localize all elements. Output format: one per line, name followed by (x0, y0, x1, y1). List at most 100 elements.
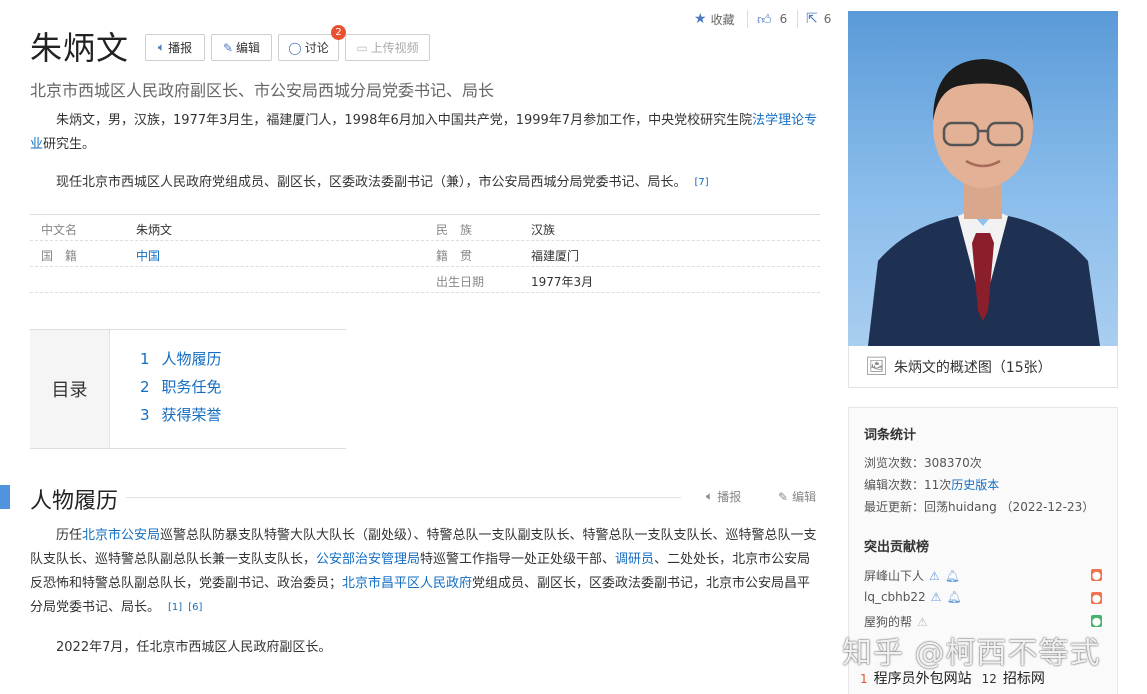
share-icon: ⇱ (806, 11, 818, 27)
ad-link[interactable]: 1 程序员外包网站 (860, 668, 972, 688)
edit-label: 编辑 (236, 41, 261, 55)
last-updated: 最近更新：回荡huidang （2022-12-23） (864, 500, 1095, 514)
bell-badge-icon: 🔔︎ (944, 568, 961, 583)
section-title: 人物履历 (30, 489, 119, 514)
edit-count: 编辑次数：11次历史版本 (864, 476, 999, 493)
reference-link[interactable]: [6] (188, 602, 202, 613)
section-broadcast-label: 播报 (717, 490, 742, 504)
ad-link[interactable]: 12 招标网 (982, 668, 1045, 688)
zhihu-watermark: 知乎 @柯西不等式 (842, 636, 1101, 671)
info-value: 1977年3月 (531, 275, 594, 289)
video-icon: ▭ (356, 40, 368, 55)
section-edit-label: 编辑 (792, 490, 817, 504)
history-versions-link[interactable]: 历史版本 (951, 478, 999, 492)
toc-item-appointments[interactable]: 2 职务任免 (140, 376, 222, 397)
speaker-icon: 🔈︎ (706, 489, 714, 503)
warning-badge-icon: ⚠ (917, 614, 928, 629)
infobox-row: 出生日期 1977年3月 (30, 267, 820, 293)
info-key: 民 族 (436, 223, 473, 237)
contributor-item[interactable]: lq_cbhb22 ⚠ 🔔︎ (864, 590, 962, 604)
toc-item-honors[interactable]: 3 获得荣誉 (140, 404, 222, 425)
info-key: 出生日期 (436, 275, 485, 289)
researcher-link[interactable]: 调研员 (615, 552, 654, 567)
discuss-count-badge: 2 (331, 25, 346, 40)
toc-item-label: 人物履历 (161, 350, 222, 368)
star-icon: ★ (694, 11, 707, 27)
comment-icon: ◯ (288, 40, 302, 55)
ad-rank: 1 (860, 672, 868, 686)
changping-gov-link[interactable]: 北京市昌平区人民政府 (342, 576, 472, 591)
like-count: 6 (779, 12, 788, 26)
share-button[interactable]: ⇱ 6 (806, 9, 831, 29)
toc-item-label: 获得荣誉 (161, 406, 222, 424)
warning-badge-icon: ⚠ (929, 568, 940, 583)
career-text: 历任 (56, 528, 83, 543)
contributor-name: lq_cbhb22 (864, 590, 926, 604)
toc-num: 3 (140, 406, 150, 424)
career-text: 特巡警工作指导一处正处级干部、 (420, 552, 616, 567)
speaker-icon: 🔈︎ (157, 40, 166, 54)
contributor-name: 屏峰山下人 (864, 569, 925, 583)
info-key: 中文名 (41, 223, 78, 237)
toc-num: 2 (140, 378, 150, 396)
upload-video-label: 上传视频 (370, 41, 419, 55)
album-caption-text: 朱炳文的概述图（15张） (893, 359, 1052, 376)
info-key: 国 籍 (41, 249, 78, 263)
portrait-photo[interactable] (848, 11, 1118, 346)
like-button[interactable]: 👍︎ 6 (757, 9, 787, 29)
beijing-police-link[interactable]: 北京市公安局 (82, 528, 160, 543)
album-caption[interactable]: 🖼︎ 朱炳文的概述图（15张） (848, 346, 1118, 388)
reference-link[interactable]: [7] (695, 177, 709, 188)
broadcast-label: 播报 (168, 41, 193, 55)
level-icon: ⬤ (1091, 615, 1102, 627)
info-key: 籍 贯 (436, 249, 473, 263)
infobox-row: 中文名 朱炳文 民 族 汉族 (30, 215, 820, 241)
section-accent-bar (0, 485, 10, 509)
edit-button[interactable]: ✎ 编辑 (211, 34, 272, 61)
stats-heading: 词条统计 (864, 428, 917, 443)
view-count: 浏览次数：308370次 (864, 456, 982, 470)
favorite-label: 收藏 (710, 12, 735, 27)
warning-badge-icon: ⚠ (930, 590, 942, 604)
pencil-icon: ✎ (778, 489, 789, 504)
entry-subtitle: 北京市西城区人民政府副区长、市公安局西城分局党委书记、局长 (30, 81, 495, 100)
ad-label: 程序员外包网站 (873, 671, 972, 687)
info-value: 福建厦门 (531, 249, 580, 263)
summary-tail: 研究生。 (43, 137, 96, 152)
career-paragraph: 历任北京市公安局巡警总队防暴支队特警大队大队长（副处级）、特警总队一支队副支队长… (30, 524, 818, 620)
career-paragraph-2: 2022年7月，任北京市西城区人民政府副区长。 (56, 640, 332, 655)
reference-link[interactable]: [1] (168, 602, 182, 613)
toc-item-career[interactable]: 1 人物履历 (140, 348, 222, 369)
favorite-button[interactable]: ★ 收藏 (694, 9, 735, 29)
bottom-ad-links: 1 程序员外包网站 12 招标网 (860, 668, 1045, 688)
summary-paragraph-1: 朱炳文，男，汉族，1977年3月生，福建厦门人，1998年6月加入中国共产党，1… (30, 109, 822, 157)
divider (797, 10, 798, 28)
toc-item-label: 职务任免 (161, 378, 222, 396)
summary-paragraph-2: 现任北京市西城区人民政府党组成员、副区长，区委政法委副书记（兼），市公安局西城分… (30, 171, 822, 195)
edit-count-text: 编辑次数：11次 (864, 478, 952, 492)
share-count: 6 (823, 12, 832, 26)
portrait-illustration (868, 59, 1100, 346)
infobox-row: 国 籍 中国 籍 贯 福建厦门 (30, 241, 820, 267)
section-edit-button[interactable]: ✎ 编辑 (778, 488, 816, 505)
bell-badge-icon: 🔔︎ (946, 590, 962, 604)
broadcast-button[interactable]: 🔈︎ 播报 (145, 34, 205, 61)
thumbs-up-icon: 👍︎ (757, 11, 772, 28)
summary-text: 朱炳文，男，汉族，1977年3月生，福建厦门人，1998年6月加入中国共产党，1… (56, 113, 753, 128)
divider (747, 10, 748, 28)
pencil-icon: ✎ (222, 40, 234, 55)
section-divider (126, 497, 681, 498)
ad-rank: 12 (981, 672, 997, 686)
level-icon: ⬤ (1091, 569, 1102, 581)
contributor-item[interactable]: 屏峰山下人 ⚠ 🔔︎ (864, 567, 960, 584)
level-icon: ⬤ (1091, 592, 1102, 604)
discuss-button[interactable]: ◯ 讨论 (278, 34, 339, 61)
discuss-label: 讨论 (304, 41, 329, 55)
info-value: 汉族 (531, 223, 556, 237)
section-broadcast-button[interactable]: 🔈︎ 播报 (706, 488, 741, 505)
nationality-link[interactable]: 中国 (136, 247, 160, 264)
toc-label: 目录 (30, 330, 110, 448)
mps-bureau-link[interactable]: 公安部治安管理局 (316, 552, 420, 567)
upload-video-button[interactable]: ▭ 上传视频 (345, 34, 430, 61)
ad-label: 招标网 (1002, 671, 1045, 687)
